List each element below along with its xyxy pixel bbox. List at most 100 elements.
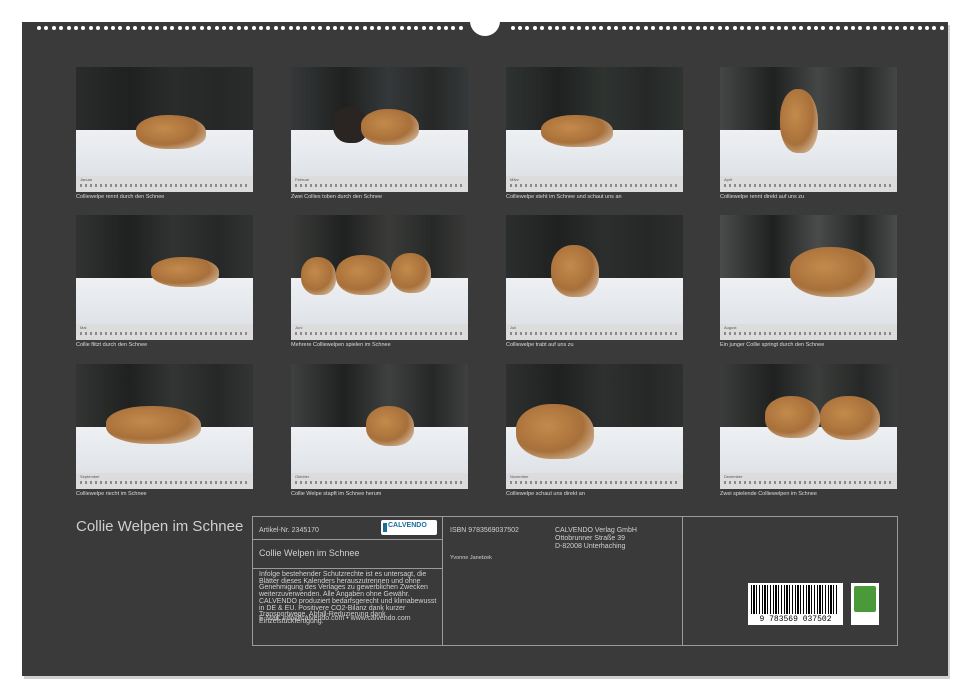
binding-hole <box>155 26 160 30</box>
calendar-grid-strip: April <box>720 176 897 192</box>
month-label: August <box>724 325 737 330</box>
eco-badge: eco <box>851 583 879 625</box>
calvendo-logo: CALVENDO <box>381 520 437 535</box>
binding-hole <box>725 26 730 30</box>
binding-hole <box>236 26 241 30</box>
binding-hole <box>74 26 78 30</box>
binding-hole <box>81 26 86 30</box>
binding-hole <box>532 26 537 30</box>
day-cells <box>510 184 679 187</box>
day-cells <box>80 481 249 484</box>
binding-hole <box>836 26 841 30</box>
puppy <box>516 404 594 459</box>
binding-hole <box>266 26 271 30</box>
binding-hole <box>592 26 596 30</box>
logo-mark-icon <box>383 523 387 532</box>
month-thumbnail: September Colliewelpe riecht im Schnee <box>76 364 253 497</box>
divider <box>682 517 683 645</box>
dog-photo <box>291 67 468 176</box>
dog-photo <box>506 67 683 176</box>
binding-hole <box>244 26 249 30</box>
binding-hole <box>858 26 863 30</box>
product-title: Collie Welpen im Schnee <box>259 548 360 558</box>
month-label: November <box>510 474 529 479</box>
photo-caption: Collie flitzt durch den Schnee <box>76 342 148 348</box>
binding-hole <box>643 26 648 30</box>
binding-hole <box>451 26 456 30</box>
publisher-street: Ottobrunner Straße 39 <box>555 535 626 542</box>
binding-hole <box>917 26 922 30</box>
binding-hole <box>673 26 678 30</box>
puppy <box>336 255 391 295</box>
puppy <box>136 115 206 149</box>
month-label: Mai <box>80 325 87 330</box>
binding-hole <box>680 26 685 30</box>
binding-hole <box>392 26 397 30</box>
month-thumbnail: März Colliewelpe steht im Schnee und scha… <box>506 67 683 200</box>
barcode-bars <box>751 585 839 614</box>
binding-hole <box>281 26 286 30</box>
binding-hole <box>621 26 626 30</box>
binding-hole <box>784 26 789 30</box>
binding-hole <box>199 26 204 30</box>
month-thumbnail: Februar Zwei Collies toben durch den Schn… <box>291 67 468 200</box>
month-label: März <box>510 177 519 182</box>
dog-photo <box>720 67 897 176</box>
calendar-grid-strip: März <box>506 176 683 192</box>
binding-hole <box>547 26 552 30</box>
month-thumbnail: August Ein junger Collie springt durch de… <box>720 215 897 348</box>
binding-hole <box>111 26 115 30</box>
day-cells <box>295 184 464 187</box>
month-thumbnail: Dezember Zwei spielende Colliewelpen im S… <box>720 364 897 497</box>
puppy <box>780 89 818 153</box>
photo-caption: Colliewelpe trabt auf uns zu <box>506 342 574 348</box>
binding-hole <box>821 26 826 30</box>
binding-hole <box>303 26 308 30</box>
binding-hole <box>414 26 419 30</box>
binding-hole <box>37 26 41 30</box>
binding-hole <box>599 26 604 30</box>
photo-caption: Zwei Collies toben durch den Schnee <box>291 194 383 200</box>
dog-photo <box>720 215 897 324</box>
calendar-grid-strip: Februar <box>291 176 468 192</box>
month-label: Februar <box>295 177 310 182</box>
calendar-grid-strip: September <box>76 473 253 489</box>
photo-caption: Colliewelpe schaut uns direkt an <box>506 491 585 497</box>
calendar-grid-strip: August <box>720 324 897 340</box>
calendar-grid-strip: Juli <box>506 324 683 340</box>
puppy <box>820 396 880 440</box>
binding-hole <box>148 26 152 30</box>
article-number: Artikel-Nr. 2345170 <box>259 527 319 534</box>
binding-hole <box>133 26 138 30</box>
leaf-icon <box>854 586 876 612</box>
binding-hole <box>96 26 101 30</box>
binding-hole <box>651 26 656 30</box>
puppy <box>391 253 431 293</box>
binding-hole <box>939 26 944 30</box>
month-thumbnail: Mai Collie flitzt durch den Schnee <box>76 215 253 348</box>
binding-hole <box>273 26 278 30</box>
binding-hole <box>880 26 885 30</box>
eco-label: eco <box>860 617 870 623</box>
binding-hole <box>251 26 256 30</box>
binding-hole <box>222 26 226 30</box>
month-label: September <box>80 474 100 479</box>
calendar-grid-strip: November <box>506 473 683 489</box>
dog-photo <box>506 215 683 324</box>
binding-hole <box>895 26 900 30</box>
dog-photo <box>76 215 253 324</box>
binding-hole <box>347 26 352 30</box>
calendar-title: Collie Welpen im Schnee <box>76 518 244 535</box>
binding-hole <box>769 26 774 30</box>
binding-hole <box>384 26 389 30</box>
isbn: ISBN 9783569037502 <box>450 527 519 534</box>
binding-hole <box>340 26 345 30</box>
binding-hole <box>636 26 641 30</box>
photo-caption: Colliewelpe riecht im Schnee <box>76 491 147 497</box>
binding-hole <box>355 26 360 30</box>
day-cells <box>724 481 893 484</box>
photo-caption: Colliewelpe rennt durch den Schnee <box>76 194 165 200</box>
binding-hole <box>688 26 693 30</box>
calendar-grid-strip: Mai <box>76 324 253 340</box>
binding-hole <box>51 26 56 30</box>
